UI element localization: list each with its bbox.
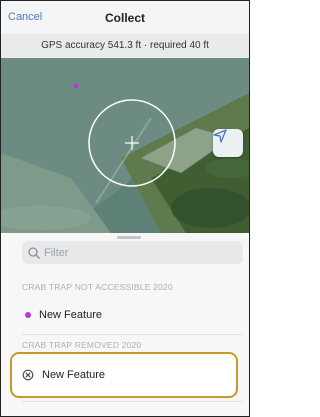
group-header: CRAB TRAP NOT ACCESSIBLE 2020: [22, 282, 173, 292]
page-title: Collect: [104, 11, 145, 25]
x-circle-icon: [22, 369, 34, 381]
feature-label: New Feature: [42, 369, 105, 381]
list-item[interactable]: New Feature: [22, 363, 243, 387]
divider: [22, 401, 243, 402]
map-view[interactable]: [1, 58, 249, 233]
feature-label: New Feature: [39, 309, 102, 321]
filter-placeholder: Filter: [44, 246, 69, 259]
app-frame: Cancel Collect GPS accuracy 541.3 ft · r…: [0, 0, 250, 417]
purple-dot-icon: [25, 312, 31, 318]
search-icon: [28, 246, 40, 259]
location-arrow-icon: [213, 129, 227, 143]
gps-accuracy-banner: GPS accuracy 541.3 ft · required 40 ft: [1, 34, 249, 59]
crosshair-icon: [88, 99, 176, 187]
navigation-bar: Cancel Collect: [1, 1, 249, 34]
list-item[interactable]: New Feature: [22, 303, 243, 327]
group-header: CRAB TRAP REMOVED 2020: [22, 340, 142, 350]
divider: [22, 334, 243, 335]
locate-button[interactable]: [213, 129, 243, 157]
sheet-grabber[interactable]: [117, 236, 141, 239]
filter-input[interactable]: Filter: [22, 241, 243, 264]
